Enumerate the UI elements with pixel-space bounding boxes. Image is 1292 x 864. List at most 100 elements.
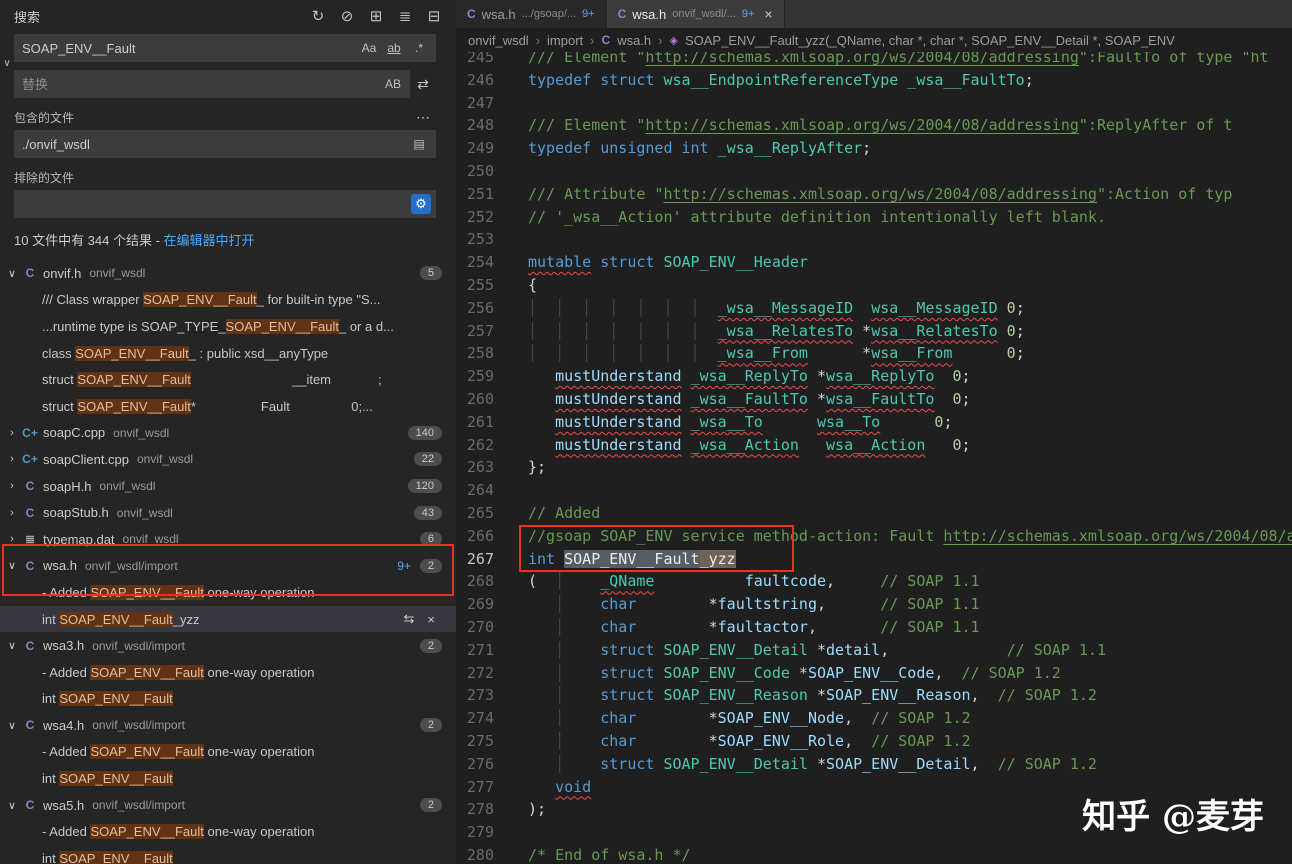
line-number[interactable]: 258 (456, 342, 510, 365)
code-line-256[interactable]: 256│ │ │ │ │ │ │ _wsa__MessageID wsa__Me… (456, 297, 1292, 320)
code-line-247[interactable]: 247 (456, 92, 1292, 115)
chevron-icon[interactable]: › (4, 533, 20, 545)
line-number[interactable]: 266 (456, 525, 510, 548)
code-line-273[interactable]: 273 │ struct SOAP_ENV__Reason *SOAP_ENV_… (456, 684, 1292, 707)
code-line-253[interactable]: 253 (456, 228, 1292, 251)
line-number[interactable]: 252 (456, 206, 510, 229)
use-exclude-settings-gear-icon[interactable]: ⚙ (411, 194, 431, 214)
line-number[interactable]: 272 (456, 662, 510, 685)
tree-file-soapClient.cpp[interactable]: ›C+soapClient.cpponvif_wsdl22 (0, 446, 456, 473)
line-number[interactable]: 274 (456, 707, 510, 730)
tree-match-row[interactable]: - Added SOAP_ENV__Fault one-way operatio… (0, 739, 456, 766)
code-line-262[interactable]: 262 mustUnderstand _wsa__Action wsa__Act… (456, 434, 1292, 457)
code-line-250[interactable]: 250 (456, 160, 1292, 183)
line-number[interactable]: 265 (456, 502, 510, 525)
line-number[interactable]: 278 (456, 798, 510, 821)
code-line-252[interactable]: 252// '_wsa__Action' attribute definitio… (456, 206, 1292, 229)
tree-match-row[interactable]: - Added SOAP_ENV__Fault one-way operatio… (0, 579, 456, 606)
tree-file-wsa.h[interactable]: ∨Cwsa.honvif_wsdl/import9+2 (0, 553, 456, 580)
code-line-266[interactable]: 266//gsoap SOAP_ENV service method-actio… (456, 525, 1292, 548)
code-line-249[interactable]: 249typedef unsigned int _wsa__ReplyAfter… (456, 137, 1292, 160)
code-line-274[interactable]: 274 │ char *SOAP_ENV__Node, // SOAP 1.2 (456, 707, 1292, 730)
tree-match-row[interactable]: int SOAP_ENV__Fault (0, 686, 456, 713)
line-number[interactable]: 268 (456, 570, 510, 593)
chevron-icon[interactable]: ∨ (4, 559, 20, 572)
tree-file-wsa5.h[interactable]: ∨Cwsa5.honvif_wsdl/import2 (0, 792, 456, 819)
code-line-268[interactable]: 268( │ _QName faultcode, // SOAP 1.1 (456, 570, 1292, 593)
chevron-icon[interactable]: › (4, 507, 20, 519)
breadcrumb-item-file[interactable]: wsa.h (617, 33, 651, 48)
tree-match-row[interactable]: class SOAP_ENV__Fault_ : public xsd__any… (0, 340, 456, 367)
replace-icon[interactable]: ⇆ (398, 611, 420, 627)
clear-results-icon[interactable]: ⊘ (335, 5, 359, 27)
collapse-all-icon[interactable]: ⊟ (422, 5, 446, 27)
line-number[interactable]: 251 (456, 183, 510, 206)
tree-file-typemap.dat[interactable]: ›≣typemap.datonvif_wsdl6 (0, 526, 456, 553)
line-number[interactable]: 270 (456, 616, 510, 639)
chevron-icon[interactable]: › (4, 453, 20, 465)
line-number[interactable]: 256 (456, 297, 510, 320)
line-number[interactable]: 259 (456, 365, 510, 388)
chevron-icon[interactable]: ∨ (4, 639, 20, 652)
tree-file-soapC.cpp[interactable]: ›C+soapC.cpponvif_wsdl140 (0, 420, 456, 447)
code-line-261[interactable]: 261 mustUnderstand _wsa__To wsa__To 0; (456, 411, 1292, 434)
line-number[interactable]: 255 (456, 274, 510, 297)
line-number[interactable]: 277 (456, 776, 510, 799)
replace-all-icon[interactable]: ⇄ (410, 71, 436, 97)
code-line-269[interactable]: 269 │ char *faultstring, // SOAP 1.1 (456, 593, 1292, 616)
code-line-246[interactable]: 246typedef struct wsa__EndpointReference… (456, 69, 1292, 92)
new-search-editor-icon[interactable]: ⊞ (364, 5, 388, 27)
line-number[interactable]: 280 (456, 844, 510, 864)
view-as-tree-icon[interactable]: ≣ (393, 5, 417, 27)
tree-file-wsa4.h[interactable]: ∨Cwsa4.honvif_wsdl/import2 (0, 712, 456, 739)
tree-file-wsa3.h[interactable]: ∨Cwsa3.honvif_wsdl/import2 (0, 632, 456, 659)
code-line-276[interactable]: 276 │ struct SOAP_ENV__Detail *SOAP_ENV_… (456, 753, 1292, 776)
tree-match-row[interactable]: - Added SOAP_ENV__Fault one-way operatio… (0, 659, 456, 686)
line-number[interactable]: 257 (456, 320, 510, 343)
tab-wsa-h-onvif-active[interactable]: C wsa.h onvif_wsdl/... 9+ × (607, 0, 785, 28)
line-number[interactable]: 267 (456, 548, 510, 571)
whole-word-toggle[interactable]: ab (383, 38, 405, 58)
breadcrumb-item-folder[interactable]: import (547, 33, 583, 48)
line-number[interactable]: 250 (456, 160, 510, 183)
code-line-271[interactable]: 271 │ struct SOAP_ENV__Detail *detail, /… (456, 639, 1292, 662)
breadcrumb-item-symbol[interactable]: SOAP_ENV__Fault_yzz(_QName, char *, char… (685, 33, 1175, 48)
dismiss-icon[interactable]: × (420, 612, 442, 627)
code-line-255[interactable]: 255{ (456, 274, 1292, 297)
tree-match-row[interactable]: struct SOAP_ENV__Fault __item ; (0, 366, 456, 393)
open-editors-book-icon[interactable]: ▤ (408, 134, 430, 154)
line-number[interactable]: 246 (456, 69, 510, 92)
code-line-270[interactable]: 270 │ char *faultactor, // SOAP 1.1 (456, 616, 1292, 639)
line-number[interactable]: 247 (456, 92, 510, 115)
toggle-replace-icon[interactable]: ∨ (1, 58, 13, 69)
line-number[interactable]: 248 (456, 114, 510, 137)
code-line-263[interactable]: 263}; (456, 456, 1292, 479)
preserve-case-toggle[interactable]: AB (382, 74, 404, 94)
code-line-259[interactable]: 259 mustUnderstand _wsa__ReplyTo *wsa__R… (456, 365, 1292, 388)
chevron-icon[interactable]: ∨ (4, 799, 20, 812)
breadcrumb-item-folder[interactable]: onvif_wsdl (468, 33, 529, 48)
code-line-260[interactable]: 260 mustUnderstand _wsa__FaultTo *wsa__F… (456, 388, 1292, 411)
code-line-267[interactable]: 267int SOAP_ENV__Fault_yzz (456, 548, 1292, 571)
tree-match-row[interactable]: - Added SOAP_ENV__Fault one-way operatio… (0, 818, 456, 845)
code-line-258[interactable]: 258│ │ │ │ │ │ │ _wsa__From *wsa__From 0… (456, 342, 1292, 365)
tree-match-row[interactable]: ...runtime type is SOAP_TYPE_SOAP_ENV__F… (0, 313, 456, 340)
open-in-editor-link[interactable]: 在编辑器中打开 (164, 233, 255, 248)
chevron-icon[interactable]: › (4, 427, 20, 439)
code-line-254[interactable]: 254mutable struct SOAP_ENV__Header (456, 251, 1292, 274)
tree-match-row[interactable]: /// Class wrapper SOAP_ENV__Fault_ for b… (0, 287, 456, 314)
refresh-icon[interactable]: ↻ (306, 5, 330, 27)
line-number[interactable]: 254 (456, 251, 510, 274)
tree-match-row[interactable]: struct SOAP_ENV__Fault* Fault 0;... (0, 393, 456, 420)
line-number[interactable]: 273 (456, 684, 510, 707)
code-line-275[interactable]: 275 │ char *SOAP_ENV__Role, // SOAP 1.2 (456, 730, 1292, 753)
line-number[interactable]: 279 (456, 821, 510, 844)
chevron-icon[interactable]: ∨ (4, 719, 20, 732)
code-line-280[interactable]: 280/* End of wsa.h */ (456, 844, 1292, 864)
line-number[interactable]: 271 (456, 639, 510, 662)
line-number[interactable]: 260 (456, 388, 510, 411)
code-line-264[interactable]: 264 (456, 479, 1292, 502)
line-number[interactable]: 262 (456, 434, 510, 457)
line-number[interactable]: 263 (456, 456, 510, 479)
tab-wsa-h-gsoap[interactable]: C wsa.h .../gsoap/... 9+ (456, 0, 607, 28)
